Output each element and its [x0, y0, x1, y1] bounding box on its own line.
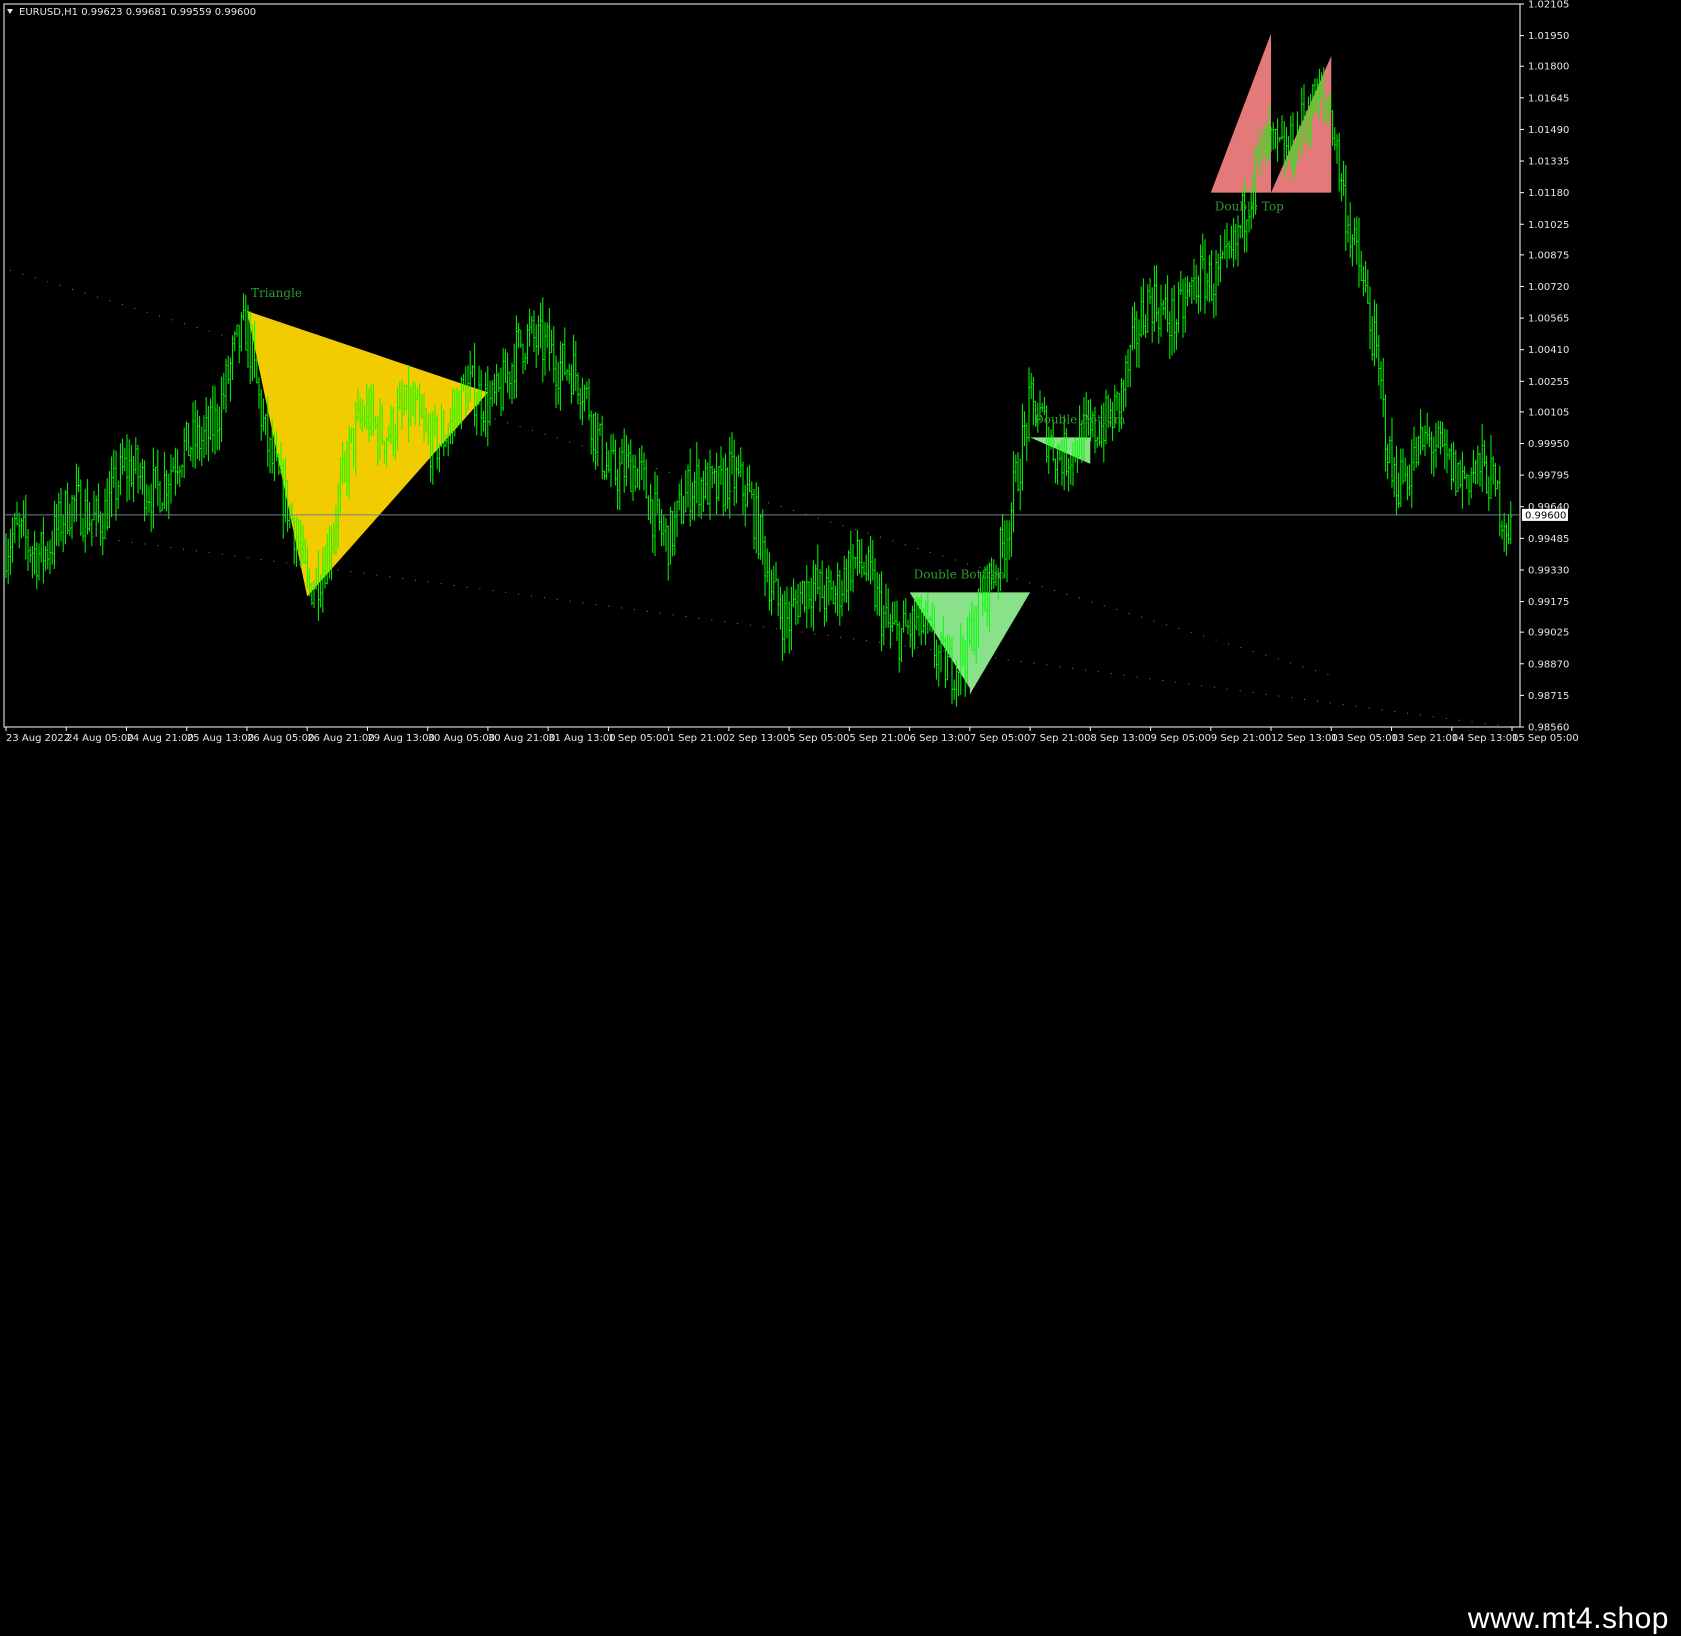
chart-title: EURUSD,H1 0.99623 0.99681 0.99559 0.9960… — [19, 7, 256, 18]
y-tick-label: 1.01335 — [1528, 157, 1569, 168]
x-tick-label: 13 Sep 05:00 — [1331, 733, 1398, 744]
y-tick-label: 1.01800 — [1528, 62, 1569, 73]
y-tick-label: 1.00875 — [1528, 250, 1569, 261]
x-tick-label: 5 Sep 21:00 — [849, 733, 909, 744]
dropdown-arrow-icon — [7, 9, 13, 14]
x-tick-label: 5 Sep 05:00 — [789, 733, 849, 744]
y-tick-label: 1.01490 — [1528, 125, 1569, 136]
x-tick-label: 25 Aug 13:00 — [187, 733, 254, 744]
footer-bar: www.mt4.shop — [0, 800, 1681, 1635]
y-tick-label: 1.01180 — [1528, 188, 1569, 199]
pattern-label: Double Top — [1215, 200, 1284, 214]
x-tick-label: 8 Sep 13:00 — [1090, 733, 1150, 744]
y-tick-label: 0.99330 — [1528, 565, 1569, 576]
y-tick-label: 0.99485 — [1528, 534, 1569, 545]
y-tick-label: 1.02105 — [1528, 0, 1569, 11]
x-tick-label: 30 Aug 05:00 — [428, 733, 495, 744]
x-tick-label: 6 Sep 13:00 — [910, 733, 970, 744]
x-tick-label: 30 Aug 21:00 — [488, 733, 555, 744]
trendline-upper — [9, 269, 1341, 679]
pattern-label: Double Bottom — [1034, 412, 1126, 426]
x-tick-label: 9 Sep 21:00 — [1211, 733, 1271, 744]
y-tick-label: 1.00565 — [1528, 314, 1569, 325]
y-tick-label: 1.01645 — [1528, 93, 1569, 104]
x-tick-label: 7 Sep 21:00 — [1030, 733, 1090, 744]
x-tick-label: 23 Aug 2022 — [6, 733, 70, 744]
x-tick-label: 7 Sep 05:00 — [970, 733, 1030, 744]
x-tick-label: 13 Sep 21:00 — [1392, 733, 1459, 744]
pattern-label: Double Bottom — [914, 567, 1006, 581]
x-tick-label: 26 Aug 05:00 — [247, 733, 314, 744]
chart-window[interactable]: 1.02105 1.01950 1.01800 1.01645 1.01490 1.013… — [0, 0, 1681, 800]
y-tick-label: 0.99025 — [1528, 628, 1569, 639]
pattern-triangle — [246, 310, 488, 597]
y-tick-label: 1.00410 — [1528, 345, 1569, 356]
x-tick-label: 12 Sep 13:00 — [1271, 733, 1338, 744]
y-tick-label: 0.99795 — [1528, 471, 1569, 482]
y-tick-label: 0.99950 — [1528, 439, 1569, 450]
x-tick-label: 24 Aug 21:00 — [126, 733, 193, 744]
x-tick-label: 31 Aug 13:00 — [548, 733, 615, 744]
y-tick-label: 1.01025 — [1528, 220, 1569, 231]
y-tick-label: 0.98715 — [1528, 691, 1569, 702]
x-tick-label: 1 Sep 21:00 — [669, 733, 729, 744]
y-tick-label: 1.00105 — [1528, 407, 1569, 418]
y-tick-label: 1.00720 — [1528, 282, 1569, 293]
watermark: www.mt4.shop — [1467, 1602, 1669, 1635]
y-tick-label: 1.00255 — [1528, 377, 1569, 388]
x-tick-label: 2 Sep 13:00 — [729, 733, 789, 744]
x-tick-label: 15 Sep 05:00 — [1512, 733, 1579, 744]
y-tick-label: 0.98870 — [1528, 659, 1569, 670]
current-price-label: 0.99600 — [1525, 510, 1566, 521]
pattern-label: Triangle — [251, 286, 302, 300]
x-tick-label: 14 Sep 13:00 — [1452, 733, 1519, 744]
x-tick-label: 29 Aug 13:00 — [367, 733, 434, 744]
x-tick-label: 24 Aug 05:00 — [66, 733, 133, 744]
y-tick-label: 1.01950 — [1528, 31, 1569, 42]
x-tick-label: 26 Aug 21:00 — [307, 733, 374, 744]
y-tick-label: 0.99175 — [1528, 597, 1569, 608]
x-tick-label: 1 Sep 05:00 — [608, 733, 668, 744]
x-tick-label: 9 Sep 05:00 — [1151, 733, 1211, 744]
price-chart[interactable]: 1.02105 1.01950 1.01800 1.01645 1.01490 1.013… — [0, 0, 1681, 800]
y-tick-label: 0.98560 — [1528, 723, 1569, 734]
